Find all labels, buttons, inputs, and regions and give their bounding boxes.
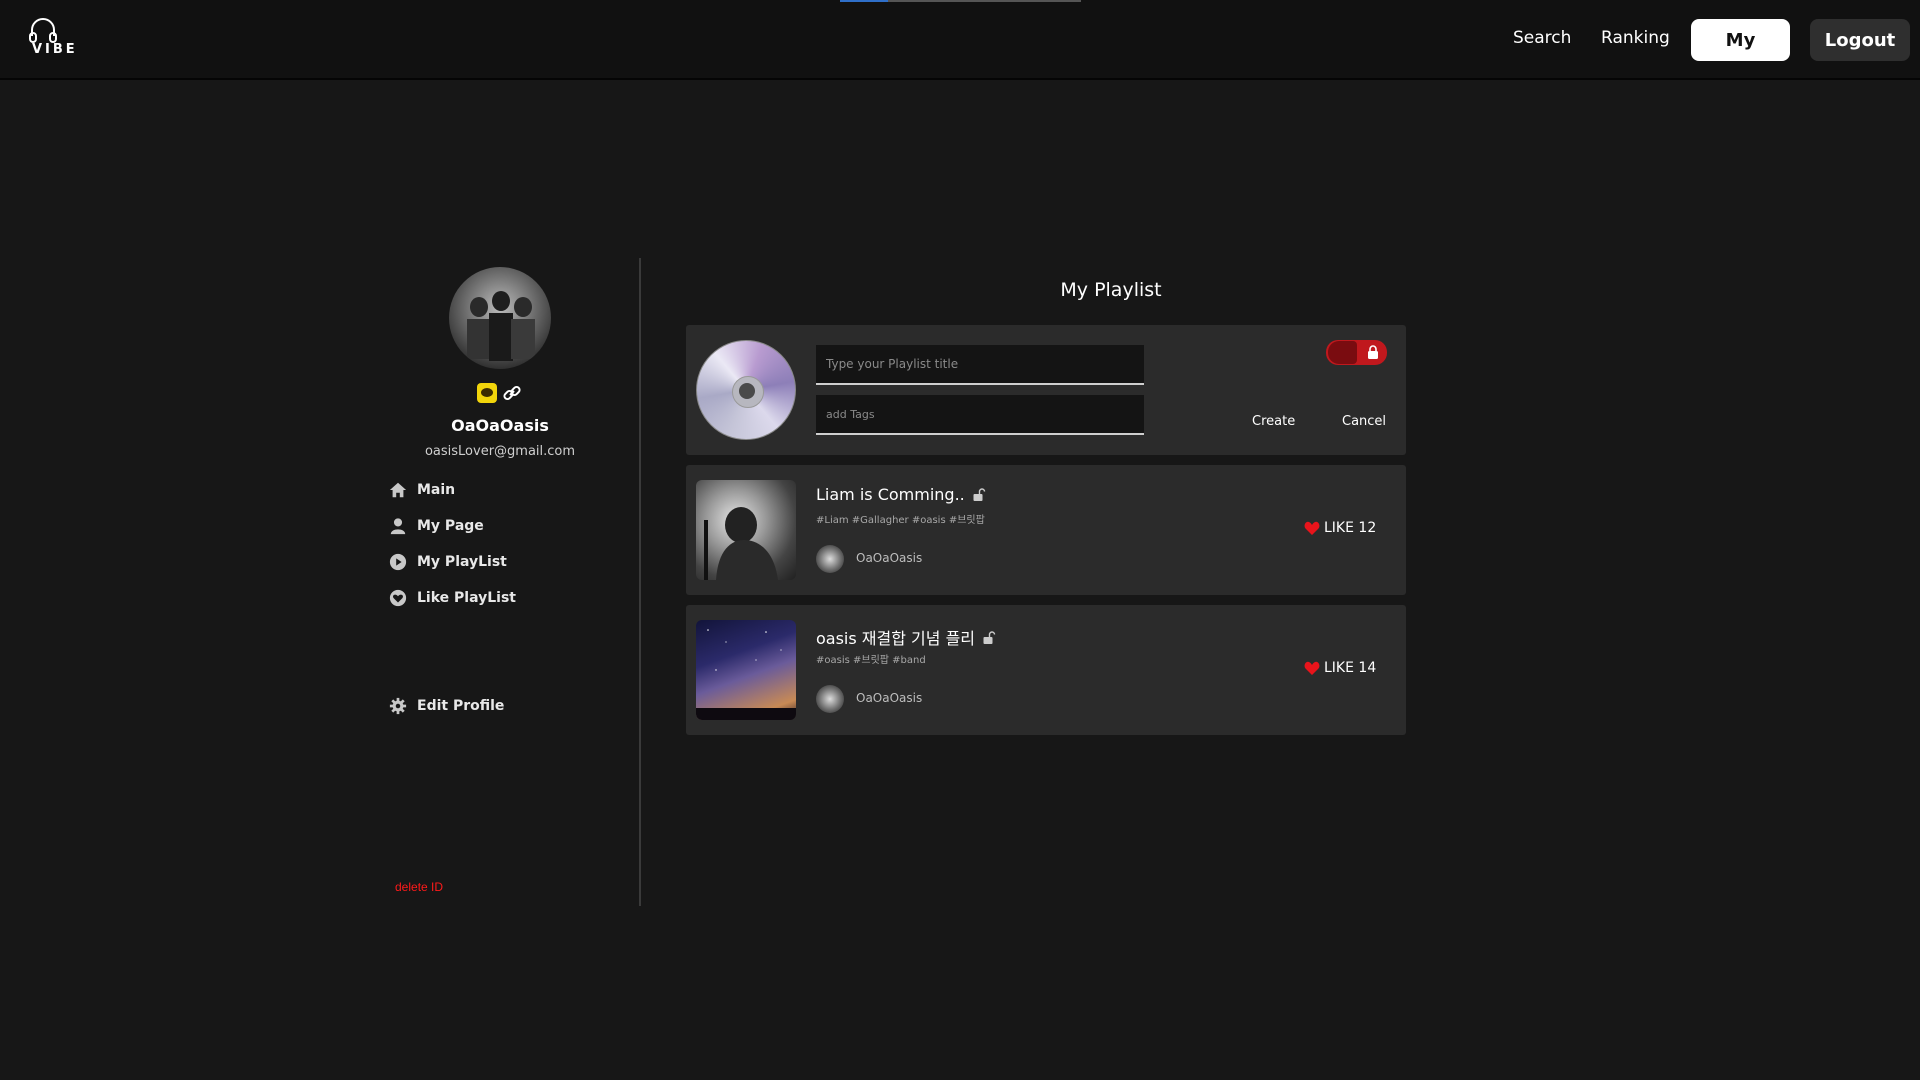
profile-avatar [449, 267, 551, 369]
playlist-cover-image [696, 620, 796, 720]
lock-icon [1368, 345, 1378, 359]
sidebar-item-like-playlist[interactable]: Like PlayList [389, 586, 516, 610]
create-playlist-card: Create Cancel [686, 325, 1406, 455]
gear-icon [389, 697, 407, 715]
heart-icon [1304, 521, 1320, 535]
owner-avatar [816, 685, 844, 713]
sidebar-item-label: My PlayList [417, 554, 507, 570]
nav-search-link[interactable]: Search [1513, 28, 1571, 48]
milky-way-icon [696, 629, 796, 720]
nav-ranking-link[interactable]: Ranking [1601, 28, 1670, 48]
headphones-icon [29, 18, 57, 43]
sidebar-divider [639, 258, 641, 906]
create-button[interactable]: Create [1252, 414, 1295, 429]
playlist-cover-image [696, 480, 796, 580]
singer-silhouette-icon [704, 507, 778, 580]
private-toggle[interactable] [1326, 340, 1387, 365]
heart-circle-icon [389, 589, 407, 607]
edit-profile-label: Edit Profile [417, 698, 505, 714]
edit-profile-button[interactable]: Edit Profile [389, 694, 504, 718]
play-circle-icon [389, 553, 407, 571]
playlist-title: oasis 재결합 기념 플리 [816, 629, 976, 648]
page-title: My Playlist [1060, 279, 1162, 301]
band-photo-icon [467, 291, 535, 361]
playlist-tags: #oasis #브릿팝 #band [816, 655, 926, 666]
link-icon[interactable] [502, 383, 522, 403]
unlock-icon [983, 630, 996, 644]
playlist-title: Liam is Comming.. [816, 485, 965, 504]
playlist-card[interactable]: Liam is Comming.. #Liam #Gallagher #oasi… [686, 465, 1406, 595]
logout-button[interactable]: Logout [1810, 19, 1910, 61]
profile-email: oasisLover@gmail.com [424, 444, 576, 459]
cancel-button[interactable]: Cancel [1342, 414, 1386, 429]
sidebar-item-my-playlist[interactable]: My PlayList [389, 550, 507, 574]
delete-id-link[interactable]: delete ID [395, 880, 443, 894]
like-count: LIKE 14 [1324, 660, 1377, 676]
page-load-progress [840, 0, 1081, 2]
home-icon [389, 482, 407, 498]
playlist-tags-input[interactable] [816, 395, 1144, 435]
sidebar-item-my-page[interactable]: My Page [389, 514, 484, 538]
sidebar-item-label: Like PlayList [417, 590, 516, 606]
like-count: LIKE 12 [1324, 520, 1377, 536]
owner-avatar [816, 545, 844, 573]
top-navbar: VIBE Search Ranking My Logout [0, 0, 1920, 80]
heart-icon [1304, 661, 1320, 675]
like-button[interactable]: LIKE 12 [1304, 520, 1376, 536]
owner-name: OaOaOasis [856, 691, 923, 705]
sidebar-item-label: Main [417, 482, 456, 498]
owner-name: OaOaOasis [856, 551, 923, 565]
profile-name: OaOaOasis [451, 416, 549, 435]
vibe-logo[interactable]: VIBE [26, 18, 76, 62]
sidebar-item-main[interactable]: Main [389, 478, 455, 502]
playlist-title-row: Liam is Comming.. [816, 485, 986, 504]
playlist-title-row: oasis 재결합 기념 플리 [816, 625, 996, 649]
unlock-icon [973, 488, 985, 501]
nav-my-button[interactable]: My [1691, 19, 1790, 61]
like-button[interactable]: LIKE 14 [1304, 660, 1376, 676]
cd-disc-icon [696, 340, 796, 440]
user-icon [390, 518, 406, 535]
playlist-tags: #Liam #Gallagher #oasis #브릿팝 [816, 515, 985, 526]
page-load-progress-fill [840, 0, 889, 2]
playlist-card[interactable]: oasis 재결합 기념 플리 #oasis #브릿팝 #band OaOaOa… [686, 605, 1406, 735]
logo-text: VIBE [32, 42, 78, 57]
toggle-knob [1328, 341, 1357, 364]
kakao-icon[interactable] [477, 383, 497, 403]
playlist-title-input[interactable] [816, 345, 1144, 385]
sidebar-item-label: My Page [417, 518, 484, 534]
